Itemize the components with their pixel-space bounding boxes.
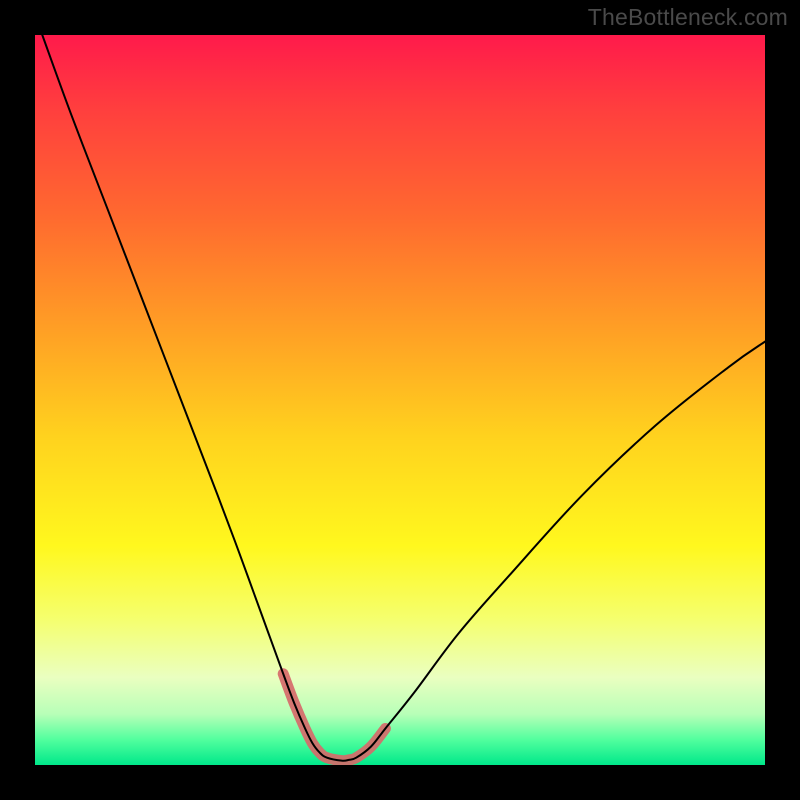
watermark-text: TheBottleneck.com: [588, 4, 788, 31]
chart-plot-area: [35, 35, 765, 765]
gradient-background: [35, 35, 765, 765]
chart-frame: TheBottleneck.com: [0, 0, 800, 800]
chart-svg: [35, 35, 765, 765]
